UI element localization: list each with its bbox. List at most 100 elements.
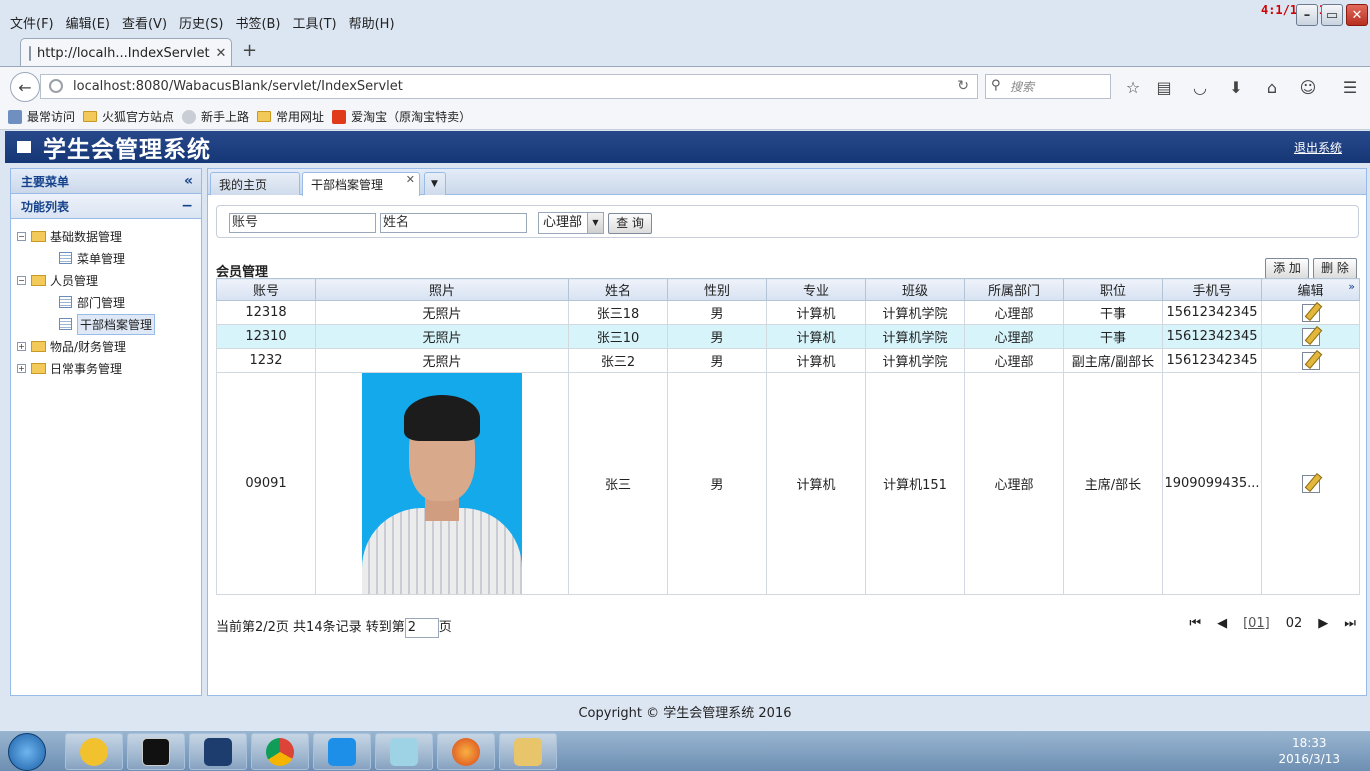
add-button[interactable]: 添 加 [1265,258,1309,279]
tree-node-basic-data[interactable]: − 基础数据管理 [11,225,201,247]
sidebar-title: 主要菜单 [21,174,70,189]
name-input[interactable]: 姓名 [380,213,527,233]
menu-help[interactable]: 帮助(H) [349,13,395,32]
taskbar-explorer[interactable] [499,733,557,770]
edit-icon[interactable] [1301,303,1320,322]
col-account[interactable]: 账号 [216,278,316,301]
table-row[interactable]: 09091 张三 男 计算机 计算机151 心理部 主席/部长 19090994… [216,372,1360,595]
taskbar-notepad[interactable] [375,733,433,770]
menu-edit[interactable]: 编辑(E) [66,13,110,32]
minimize-button[interactable]: – [1296,4,1318,26]
system-clock[interactable]: 18:33 2016/3/13 [1278,735,1340,767]
col-name[interactable]: 姓名 [568,278,668,301]
first-page-icon[interactable]: ⏮ [1189,616,1201,631]
col-major[interactable]: 专业 [766,278,866,301]
col-edit[interactable]: 编辑 » [1261,278,1360,301]
tree-node-menu-mgmt[interactable]: 菜单管理 [11,247,201,269]
logout-link[interactable]: 退出系统 [1294,139,1342,156]
col-position[interactable]: 职位 [1063,278,1163,301]
bookmark-most-visited[interactable]: 最常访问 [8,108,75,125]
cell-class: 计算机学院 [865,324,965,349]
cmd-icon [142,737,170,766]
query-button[interactable]: 查 询 [608,213,652,234]
col-gender[interactable]: 性别 [667,278,767,301]
collapse-node-icon[interactable]: − [17,231,26,241]
account-input[interactable]: 账号 [229,213,376,233]
taskbar-chrome[interactable] [251,733,309,770]
chat-icon[interactable]: ☺ [1298,77,1318,97]
tree-node-personnel[interactable]: − 人员管理 [11,269,201,291]
home-icon[interactable]: ⌂ [1262,77,1282,97]
edit-icon[interactable] [1301,327,1320,346]
bookmark-taobao[interactable]: 爱淘宝（原淘宝特卖） [332,108,471,125]
page-link-01[interactable]: [01] [1243,616,1270,631]
start-button[interactable] [8,733,46,771]
tree-node-goods-finance[interactable]: + 物品/财务管理 [11,335,201,357]
next-page-icon[interactable]: ▶ [1318,616,1328,631]
url-bar[interactable]: localhost:8080/WabacusBlank/servlet/Inde… [40,74,978,99]
tree-node-cadre-archive[interactable]: 干部档案管理 [11,313,201,335]
taskbar-firefox[interactable] [437,733,495,770]
cell-edit [1261,300,1360,325]
table-row[interactable]: 1232 无照片 张三2 男 计算机 计算机学院 心理部 副主席/副部长 156… [216,348,1360,373]
taskbar-app-1[interactable] [65,733,123,770]
menu-view[interactable]: 查看(V) [122,13,167,32]
page-jump-input[interactable]: 2 [404,617,439,638]
taskbar-app-5[interactable] [313,733,371,770]
sidebar-section[interactable]: 功能列表 − [11,194,201,219]
col-class[interactable]: 班级 [865,278,965,301]
browser-tab[interactable]: http://localh...IndexServlet ✕ [20,38,232,67]
prev-page-icon[interactable]: ◀ [1217,616,1227,631]
reload-icon[interactable]: ↻ [957,78,969,94]
col-dept[interactable]: 所属部门 [964,278,1064,301]
col-phone[interactable]: 手机号 [1162,278,1262,301]
tree-node-dept-mgmt[interactable]: 部门管理 [11,291,201,313]
collapse-icon[interactable]: « [184,173,193,189]
bookmark-label: 新手上路 [201,110,250,124]
expand-columns-icon[interactable]: » [1348,280,1355,293]
star-icon[interactable]: ☆ [1123,77,1143,97]
tab-close-icon[interactable]: ✕ [406,173,415,186]
hamburger-menu-icon[interactable]: ☰ [1340,77,1360,97]
clock-time: 18:33 [1291,736,1327,750]
bookmark-common-sites[interactable]: 常用网址 [257,108,324,125]
table-header: 账号 照片 姓名 性别 专业 班级 所属部门 职位 手机号 编辑 » [216,278,1360,301]
maximize-button[interactable]: ▭ [1321,4,1343,26]
new-tab-icon[interactable]: + [242,40,257,61]
expand-node-icon[interactable]: + [17,341,26,351]
download-icon[interactable]: ⬇ [1226,77,1246,97]
menu-bookmarks[interactable]: 书签(B) [235,13,280,32]
tab-close-icon[interactable]: ✕ [216,46,227,61]
taskbar-app-3[interactable] [189,733,247,770]
cell-position: 干事 [1063,300,1163,325]
folder-icon [31,340,46,352]
delete-button[interactable]: 删 除 [1313,258,1357,279]
tab-label: 我的主页 [219,177,268,192]
dept-select[interactable]: 心理部 ▼ [538,212,604,234]
pocket-icon[interactable]: ◡ [1190,77,1210,97]
table-row[interactable]: 12318 无照片 张三18 男 计算机 计算机学院 心理部 干事 156123… [216,300,1360,325]
edit-icon[interactable] [1301,474,1320,493]
col-photo[interactable]: 照片 [315,278,569,301]
collapse-node-icon[interactable]: − [17,275,26,285]
taskbar-cmd[interactable] [127,733,185,770]
menu-file[interactable]: 文件(F) [10,13,54,32]
window-close-button[interactable]: ✕ [1346,4,1368,26]
reading-list-icon[interactable]: ▤ [1154,77,1174,97]
menu-tools[interactable]: 工具(T) [293,13,337,32]
table-row[interactable]: 12310 无照片 张三10 男 计算机 计算机学院 心理部 干事 156123… [216,324,1360,349]
bookmark-getting-started[interactable]: 新手上路 [182,108,249,125]
menu-history[interactable]: 历史(S) [179,13,223,32]
tree-node-daily-affairs[interactable]: + 日常事务管理 [11,357,201,379]
tab-list-dropdown-icon[interactable]: ▼ [424,172,446,195]
expand-node-icon[interactable]: + [17,363,26,373]
tab-home[interactable]: 我的主页 [210,172,300,195]
tab-cadre-archive[interactable]: 干部档案管理 ✕ [302,172,420,196]
last-page-icon[interactable]: ⏭ [1344,616,1356,631]
cell-gender: 男 [667,348,767,373]
edit-icon[interactable] [1301,351,1320,370]
bookmark-firefox-site[interactable]: 火狐官方站点 [83,108,174,125]
back-arrow-icon[interactable]: ← [10,72,40,102]
minus-icon[interactable]: − [181,198,193,214]
search-input[interactable]: ⚲ 搜索 [985,74,1111,99]
